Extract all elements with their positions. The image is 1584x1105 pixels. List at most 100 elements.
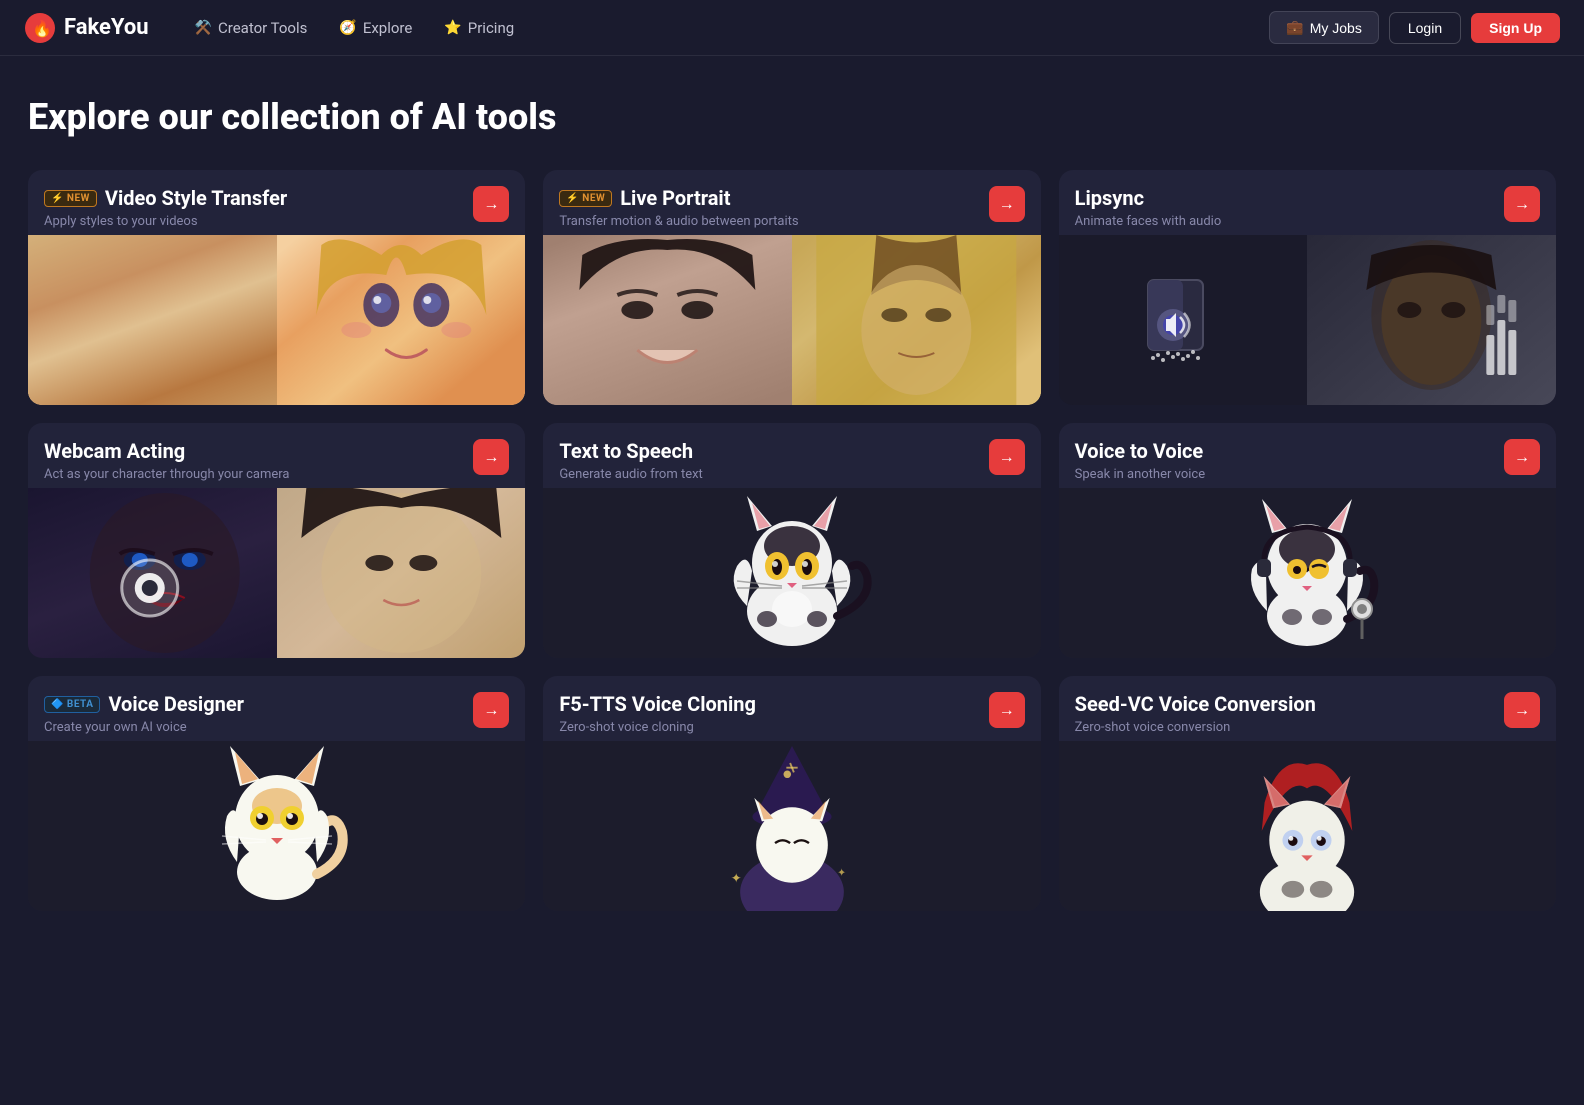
- arrow-button[interactable]: →: [1504, 186, 1540, 222]
- arrow-button[interactable]: →: [989, 186, 1025, 222]
- card-title: Lipsync: [1075, 186, 1144, 210]
- card-title-row: ⚡ NEW Live Portrait: [559, 186, 988, 210]
- arrow-button[interactable]: →: [1504, 692, 1540, 728]
- card-header: ⚡ NEW Live Portrait Transfer motion & au…: [543, 170, 1040, 235]
- pricing-icon: ⭐: [444, 20, 461, 36]
- card-title-row: 🔷 BETA Voice Designer: [44, 692, 473, 716]
- person-audio-svg: [1307, 235, 1556, 405]
- man-face-svg: [543, 235, 792, 405]
- card-f5-tts[interactable]: F5-TTS Voice Cloning Zero-shot voice clo…: [543, 676, 1040, 911]
- navbar: 🔥 FakeYou ⚒️ Creator Tools 🧭 Explore ⭐ P…: [0, 0, 1584, 56]
- card-image-inner: [1059, 235, 1556, 405]
- card-header: Text to Speech Generate audio from text …: [543, 423, 1040, 488]
- card-image: [543, 488, 1040, 658]
- card-image: [28, 235, 525, 405]
- nav-links: ⚒️ Creator Tools 🧭 Explore ⭐ Pricing: [181, 13, 1270, 43]
- nav-creator-tools[interactable]: ⚒️ Creator Tools: [181, 13, 322, 43]
- card-image: [1059, 488, 1556, 658]
- my-jobs-button[interactable]: 💼 My Jobs: [1269, 11, 1379, 44]
- card-title: Webcam Acting: [44, 439, 185, 463]
- page-title: Explore our collection of AI tools: [28, 96, 1556, 138]
- card-subtitle: Transfer motion & audio between portaits: [559, 214, 988, 229]
- card-voice-to-voice[interactable]: Voice to Voice Speak in another voice →: [1059, 423, 1556, 658]
- card-image: [543, 235, 1040, 405]
- card-title-group: Text to Speech Generate audio from text: [559, 439, 988, 482]
- arrow-button[interactable]: →: [989, 692, 1025, 728]
- card-title: Seed-VC Voice Conversion: [1075, 692, 1316, 716]
- second-face: [277, 488, 526, 658]
- logo-icon: 🔥: [24, 12, 56, 44]
- arrow-button[interactable]: →: [473, 186, 509, 222]
- card-header: 🔷 BETA Voice Designer Create your own AI…: [28, 676, 525, 741]
- card-title-group: F5-TTS Voice Cloning Zero-shot voice clo…: [559, 692, 988, 735]
- audio-icon-section: [1059, 235, 1308, 405]
- audio-file-icon: [1138, 275, 1228, 365]
- svg-text:✦: ✦: [731, 872, 742, 887]
- face-left: [28, 235, 277, 405]
- arrow-button[interactable]: →: [989, 439, 1025, 475]
- nav-explore[interactable]: 🧭 Explore: [325, 13, 426, 43]
- card-text-to-speech[interactable]: Text to Speech Generate audio from text …: [543, 423, 1040, 658]
- card-title: Video Style Transfer: [105, 186, 287, 210]
- card-image-inner: ✦ ✦: [543, 741, 1040, 911]
- wizard-cat-mascot: ✦ ✦: [712, 746, 872, 911]
- card-title-group: Lipsync Animate faces with audio: [1075, 186, 1504, 229]
- card-header: Lipsync Animate faces with audio →: [1059, 170, 1556, 235]
- card-title-group: Webcam Acting Act as your character thro…: [44, 439, 473, 482]
- card-title-group: ⚡ NEW Video Style Transfer Apply styles …: [44, 186, 473, 229]
- card-live-portrait[interactable]: ⚡ NEW Live Portrait Transfer motion & au…: [543, 170, 1040, 405]
- card-image: [28, 741, 525, 911]
- nav-pricing[interactable]: ⭐ Pricing: [430, 13, 528, 43]
- card-subtitle: Act as your character through your camer…: [44, 467, 473, 482]
- arrow-button[interactable]: →: [473, 692, 509, 728]
- card-seed-vc[interactable]: Seed-VC Voice Conversion Zero-shot voice…: [1059, 676, 1556, 911]
- explore-icon: 🧭: [339, 20, 356, 36]
- anime-face-svg: [277, 235, 526, 405]
- second-face-svg: [277, 488, 526, 658]
- card-image-inner: [543, 488, 1040, 658]
- card-subtitle: Create your own AI voice: [44, 720, 473, 735]
- signup-button[interactable]: Sign Up: [1471, 13, 1560, 43]
- card-image-inner: [28, 741, 525, 911]
- card-title-row: Text to Speech: [559, 439, 988, 463]
- card-title-group: Seed-VC Voice Conversion Zero-shot voice…: [1075, 692, 1504, 735]
- tools-grid: ⚡ NEW Video Style Transfer Apply styles …: [28, 170, 1556, 911]
- card-voice-designer[interactable]: 🔷 BETA Voice Designer Create your own AI…: [28, 676, 525, 911]
- card-image: [1059, 741, 1556, 911]
- fox-mascot-designer: [202, 744, 352, 909]
- nav-right: 💼 My Jobs Login Sign Up: [1269, 11, 1560, 44]
- cat-mascot-tts: [712, 491, 872, 656]
- arrow-button[interactable]: →: [1504, 439, 1540, 475]
- svg-text:✦: ✦: [837, 866, 846, 879]
- card-title-group: Voice to Voice Speak in another voice: [1075, 439, 1504, 482]
- badge-beta: 🔷 BETA: [44, 696, 100, 713]
- badge-new: ⚡ NEW: [559, 190, 612, 207]
- dramatic-woman-svg: [28, 488, 302, 658]
- card-lipsync[interactable]: Lipsync Animate faces with audio →: [1059, 170, 1556, 405]
- card-video-style-transfer[interactable]: ⚡ NEW Video Style Transfer Apply styles …: [28, 170, 525, 405]
- card-title-row: F5-TTS Voice Cloning: [559, 692, 988, 716]
- face-right: [792, 235, 1041, 405]
- card-subtitle: Zero-shot voice cloning: [559, 720, 988, 735]
- brand-logo[interactable]: 🔥 FakeYou: [24, 12, 149, 44]
- dj-cat-mascot: [1222, 491, 1392, 656]
- arrow-button[interactable]: →: [473, 439, 509, 475]
- card-title-group: ⚡ NEW Live Portrait Transfer motion & au…: [559, 186, 988, 229]
- card-title-row: Seed-VC Voice Conversion: [1075, 692, 1504, 716]
- card-header: F5-TTS Voice Cloning Zero-shot voice clo…: [543, 676, 1040, 741]
- card-title: Voice Designer: [108, 692, 244, 716]
- card-title-group: 🔷 BETA Voice Designer Create your own AI…: [44, 692, 473, 735]
- card-subtitle: Speak in another voice: [1075, 467, 1504, 482]
- card-subtitle: Zero-shot voice conversion: [1075, 720, 1504, 735]
- card-webcam-acting[interactable]: Webcam Acting Act as your character thro…: [28, 423, 525, 658]
- woman-face: [28, 488, 302, 658]
- login-button[interactable]: Login: [1389, 12, 1461, 44]
- card-subtitle: Apply styles to your videos: [44, 214, 473, 229]
- card-subtitle: Generate audio from text: [559, 467, 988, 482]
- card-title-row: Webcam Acting: [44, 439, 473, 463]
- card-image-inner: [1059, 741, 1556, 911]
- card-title: Live Portrait: [620, 186, 730, 210]
- card-image-inner: [28, 235, 525, 405]
- mona-lisa-svg: [792, 235, 1041, 405]
- card-image: ✦ ✦: [543, 741, 1040, 911]
